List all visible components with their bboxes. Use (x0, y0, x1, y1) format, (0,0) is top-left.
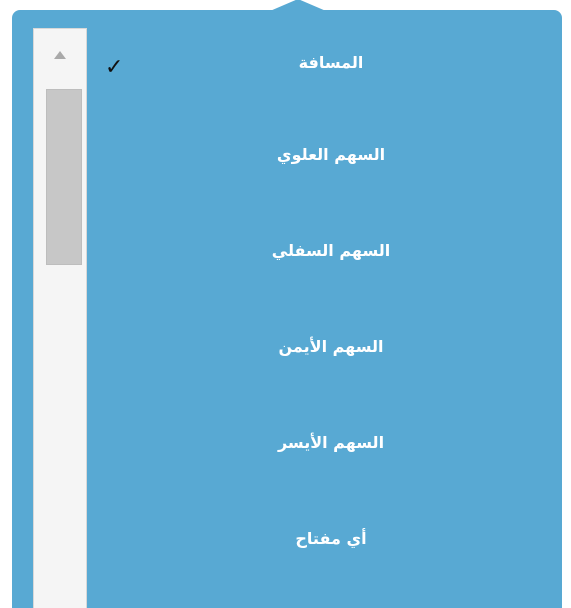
scroll-thumb[interactable] (46, 89, 82, 265)
menu-item-label: السهم الأيسر (277, 432, 385, 452)
menu-item-right-arrow[interactable]: السهم الأيمن (100, 298, 562, 394)
menu-item-any-key[interactable]: أي مفتاح (100, 490, 562, 586)
menu-item-down-arrow[interactable]: السهم السفلي (100, 202, 562, 298)
menu-item-left-arrow[interactable]: السهم الأيسر (100, 394, 562, 490)
menu-list: المسافة السهم العلوي السهم السفلي السهم … (100, 18, 562, 586)
menu-item-label: السهم الأيمن (278, 336, 384, 356)
menu-item-label: السهم السفلي (271, 240, 391, 260)
menu-item-label: السهم العلوي (276, 144, 386, 164)
menu-item-up-arrow[interactable]: السهم العلوي (100, 106, 562, 202)
vertical-scrollbar[interactable] (33, 28, 87, 608)
dropdown-menu: ✓ المسافة السهم العلوي السهم السفلي السه… (12, 10, 562, 608)
menu-item-label: أي مفتاح (295, 528, 367, 548)
dropdown-caret (270, 0, 326, 11)
scroll-up-button[interactable] (34, 29, 86, 81)
menu-item-distance[interactable]: المسافة (100, 18, 562, 106)
menu-item-label: المسافة (298, 52, 364, 72)
arrow-up-icon (54, 51, 66, 59)
